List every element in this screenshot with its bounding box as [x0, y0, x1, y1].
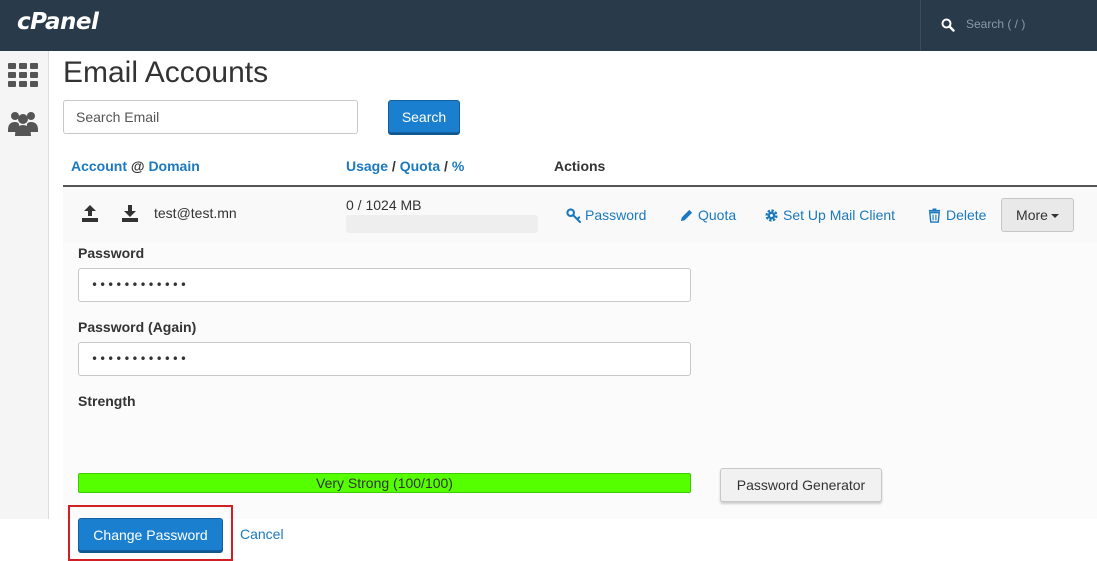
password-input[interactable]: •••••••••••• — [78, 268, 691, 302]
delete-action[interactable]: Delete — [927, 207, 986, 223]
header-actions: Actions — [554, 158, 606, 174]
sort-usage-link[interactable]: Usage — [346, 158, 388, 174]
password-again-label: Password (Again) — [78, 319, 197, 335]
password-action-label: Password — [585, 207, 647, 223]
search-email-input[interactable] — [63, 100, 358, 134]
pencil-icon — [680, 209, 693, 221]
header-slash: / — [391, 158, 396, 174]
change-password-button[interactable]: Change Password — [78, 518, 223, 551]
grid-icon[interactable] — [8, 60, 38, 90]
global-search-placeholder[interactable]: Search ( / ) — [966, 17, 1025, 31]
sort-account-link[interactable]: Account — [71, 158, 127, 174]
header-slash: / — [444, 158, 448, 174]
strength-label: Strength — [78, 393, 136, 409]
strength-meter: Very Strong (100/100) — [78, 473, 691, 493]
password-label: Password — [78, 245, 145, 261]
mail-client-action[interactable]: Set Up Mail Client — [764, 207, 895, 223]
sort-quota-link[interactable]: Quota — [400, 158, 440, 174]
gear-icon — [765, 208, 778, 222]
password-again-input[interactable]: •••••••••••• — [78, 342, 691, 376]
global-search[interactable]: Search ( / ) — [920, 0, 1097, 51]
main-content: Email Accounts Search Account @ Domain U… — [49, 51, 1097, 561]
sort-domain-link[interactable]: Domain — [148, 158, 199, 174]
mail-client-action-label: Set Up Mail Client — [783, 207, 896, 223]
password-generator-button[interactable]: Password Generator — [720, 468, 882, 502]
key-icon — [566, 207, 581, 223]
table-header: Account @ Domain Usage / Quota / % Actio… — [63, 151, 1097, 187]
header-at-sign: @ — [130, 158, 145, 174]
users-icon[interactable] — [8, 108, 38, 138]
quota-action-label: Quota — [698, 207, 737, 223]
sort-percent-link[interactable]: % — [452, 158, 464, 174]
email-address: test@test.mn — [154, 205, 237, 221]
delete-action-label: Delete — [946, 207, 987, 223]
cpanel-logo[interactable]: cPanel — [17, 9, 99, 35]
password-action[interactable]: Password — [566, 207, 646, 223]
header-usage-quota: Usage / Quota / % — [346, 158, 464, 174]
search-button[interactable]: Search — [388, 100, 460, 133]
usage-quota-text: 0 / 1024 MB — [346, 197, 422, 213]
caret-down-icon — [1050, 214, 1059, 219]
upload-icon[interactable] — [80, 203, 100, 223]
more-dropdown-button[interactable]: More — [1001, 198, 1074, 232]
quota-action[interactable]: Quota — [679, 207, 736, 223]
search-icon — [941, 18, 955, 32]
more-label: More — [1016, 207, 1048, 223]
download-icon[interactable] — [120, 203, 140, 223]
header-account-domain: Account @ Domain — [71, 158, 200, 174]
top-bar: cPanel Search ( / ) — [0, 0, 1097, 51]
page-title: Email Accounts — [63, 56, 269, 89]
cancel-link[interactable]: Cancel — [240, 526, 284, 542]
change-password-panel: Password •••••••••••• Password (Again) •… — [63, 243, 1097, 561]
sidebar — [0, 51, 49, 519]
usage-progress-bar — [346, 215, 538, 233]
trash-icon — [928, 207, 941, 223]
table-row: test@test.mn 0 / 1024 MB Password Quota — [63, 187, 1097, 243]
